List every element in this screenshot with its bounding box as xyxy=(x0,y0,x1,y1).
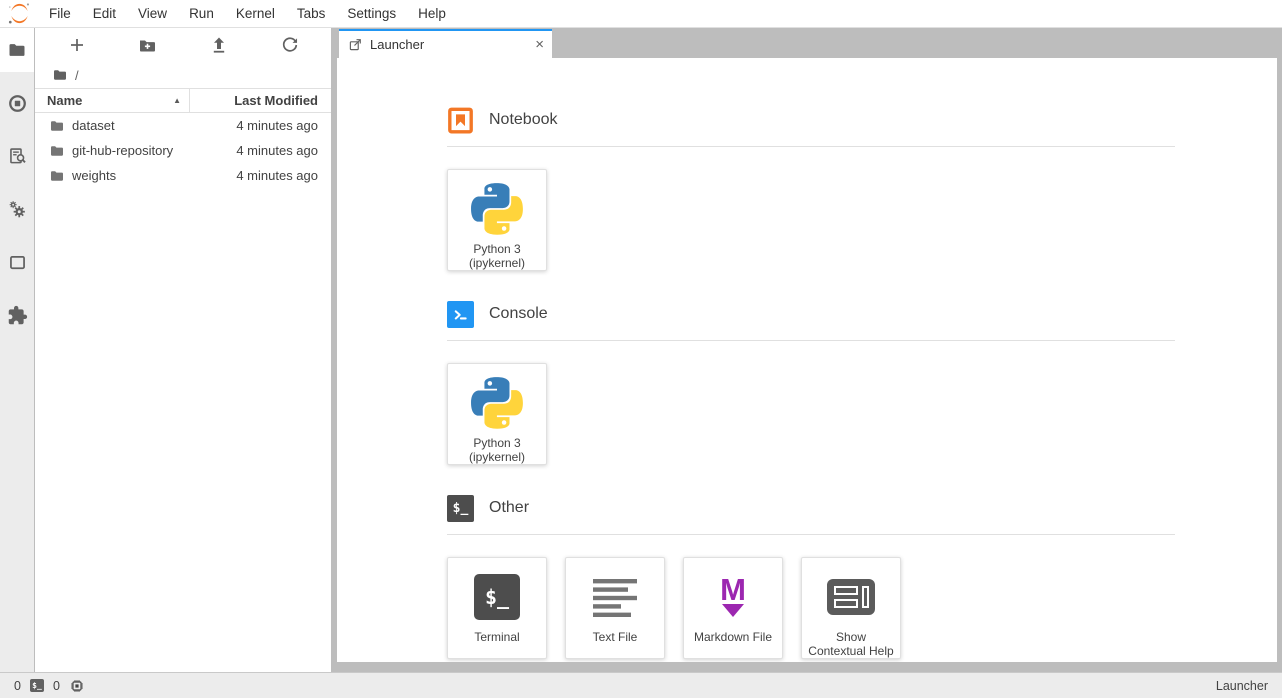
terminals-count: 0 xyxy=(14,679,21,693)
menu-edit[interactable]: Edit xyxy=(82,0,127,27)
sidebar-item-file-search[interactable] xyxy=(0,134,34,178)
launcher-section-notebook: Notebook xyxy=(447,106,1175,271)
markdown-icon: M xyxy=(720,577,746,617)
kernel-chip-icon xyxy=(69,678,85,694)
jupyterlab-window: File Edit View Run Kernel Tabs Settings … xyxy=(0,0,1282,698)
activity-sidebar xyxy=(0,28,35,672)
python-logo xyxy=(471,182,523,236)
tab-label: Launcher xyxy=(370,37,528,52)
breadcrumb-path: / xyxy=(75,68,79,83)
file-browser-toolbar xyxy=(35,28,331,62)
section-divider xyxy=(447,340,1175,341)
menu-run[interactable]: Run xyxy=(178,0,225,27)
upload-button[interactable] xyxy=(205,32,233,58)
new-folder-button[interactable] xyxy=(134,32,162,58)
file-name: weights xyxy=(72,168,236,183)
file-list-header: Name ▲ Last Modified xyxy=(35,88,331,113)
launcher-card-console-python3[interactable]: Python 3 (ipykernel) xyxy=(447,363,547,465)
contextual-help-icon xyxy=(826,570,876,624)
file-name: git-hub-repository xyxy=(72,143,236,158)
terminal-status-icon: $_ xyxy=(30,679,44,692)
file-browser-panel: / Name ▲ Last Modified dataset 4 minutes… xyxy=(35,28,332,672)
sidebar-item-running-sessions[interactable] xyxy=(0,81,34,125)
text-lines-icon xyxy=(592,570,638,624)
file-name: dataset xyxy=(72,118,236,133)
card-label: Text File xyxy=(571,630,659,644)
notebook-icon xyxy=(447,107,474,134)
dock-panel: Launcher × Notebook xyxy=(332,28,1282,672)
section-title-console: Console xyxy=(489,305,548,323)
file-row-dataset[interactable]: dataset 4 minutes ago xyxy=(35,113,331,138)
refresh-icon xyxy=(281,36,299,54)
section-title-other: Other xyxy=(489,499,529,517)
card-label: Python 3 (ipykernel) xyxy=(453,436,541,464)
file-row-weights[interactable]: weights 4 minutes ago xyxy=(35,163,331,188)
sidebar-item-file-browser[interactable] xyxy=(0,28,34,72)
main-area: / Name ▲ Last Modified dataset 4 minutes… xyxy=(0,28,1282,672)
tab-launcher[interactable]: Launcher × xyxy=(339,29,552,58)
menu-tabs[interactable]: Tabs xyxy=(286,0,337,27)
launcher-section-other: $_ Other $_ Terminal xyxy=(447,494,1175,659)
folder-icon xyxy=(52,67,68,83)
sort-ascending-icon: ▲ xyxy=(173,96,181,105)
column-header-name[interactable]: Name ▲ xyxy=(35,89,190,112)
current-context-label: Launcher xyxy=(1216,679,1268,693)
folder-icon xyxy=(49,143,65,159)
launcher-section-console: Console xyxy=(447,300,1175,465)
file-search-icon xyxy=(7,146,28,167)
column-header-last-modified[interactable]: Last Modified xyxy=(190,93,331,108)
file-row-git-hub-repository[interactable]: git-hub-repository 4 minutes ago xyxy=(35,138,331,163)
section-divider xyxy=(447,146,1175,147)
launcher-card-notebook-python3[interactable]: Python 3 (ipykernel) xyxy=(447,169,547,271)
launcher-card-text-file[interactable]: Text File xyxy=(565,557,665,659)
tab-bar: Launcher × xyxy=(332,28,1282,58)
card-label: Python 3 (ipykernel) xyxy=(453,242,541,270)
sidebar-item-settings[interactable] xyxy=(0,187,34,231)
card-label: Terminal xyxy=(453,630,541,644)
menu-help[interactable]: Help xyxy=(407,0,457,27)
folder-icon xyxy=(49,118,65,134)
file-modified: 4 minutes ago xyxy=(236,168,331,183)
file-modified: 4 minutes ago xyxy=(236,143,331,158)
menu-kernel[interactable]: Kernel xyxy=(225,0,286,27)
launcher-card-terminal[interactable]: $_ Terminal xyxy=(447,557,547,659)
running-sessions-status[interactable]: 0 $_ 0 xyxy=(14,678,85,694)
console-icon xyxy=(447,301,474,328)
upload-icon xyxy=(210,36,228,54)
kernels-count: 0 xyxy=(53,679,60,693)
new-launcher-plus-icon xyxy=(68,36,86,54)
menu-settings[interactable]: Settings xyxy=(336,0,407,27)
extension-puzzle-icon xyxy=(7,305,28,326)
new-folder-icon xyxy=(138,36,157,55)
python-logo xyxy=(471,376,523,430)
launcher-card-markdown-file[interactable]: M Markdown File xyxy=(683,557,783,659)
folder-icon xyxy=(49,168,65,184)
tab-close-icon[interactable]: × xyxy=(535,37,544,52)
terminal-icon: $_ xyxy=(474,574,520,620)
section-divider xyxy=(447,534,1175,535)
jupyter-logo-icon xyxy=(0,1,38,26)
launcher-panel: Notebook xyxy=(337,58,1277,662)
launcher-icon xyxy=(348,37,363,52)
file-list: dataset 4 minutes ago git-hub-repository… xyxy=(35,113,331,672)
sidebar-item-extension-manager[interactable] xyxy=(0,293,34,337)
menu-view[interactable]: View xyxy=(127,0,178,27)
open-tabs-icon xyxy=(7,252,28,273)
menu-file[interactable]: File xyxy=(38,0,82,27)
launcher-card-show-contextual-help[interactable]: Show Contextual Help xyxy=(801,557,901,659)
sidebar-item-open-tabs[interactable] xyxy=(0,240,34,284)
running-sessions-icon xyxy=(7,93,28,114)
file-modified: 4 minutes ago xyxy=(236,118,331,133)
card-label: Show Contextual Help xyxy=(807,630,895,658)
section-title-notebook: Notebook xyxy=(489,111,558,129)
card-label: Markdown File xyxy=(689,630,777,644)
refresh-button[interactable] xyxy=(276,32,304,58)
breadcrumb[interactable]: / xyxy=(35,62,331,88)
terminal-icon: $_ xyxy=(447,495,474,522)
folder-icon xyxy=(7,40,27,60)
settings-gears-icon xyxy=(7,199,28,220)
new-launcher-button[interactable] xyxy=(63,32,91,58)
menu-bar: File Edit View Run Kernel Tabs Settings … xyxy=(0,0,1282,28)
status-bar: 0 $_ 0 Launcher xyxy=(0,672,1282,698)
